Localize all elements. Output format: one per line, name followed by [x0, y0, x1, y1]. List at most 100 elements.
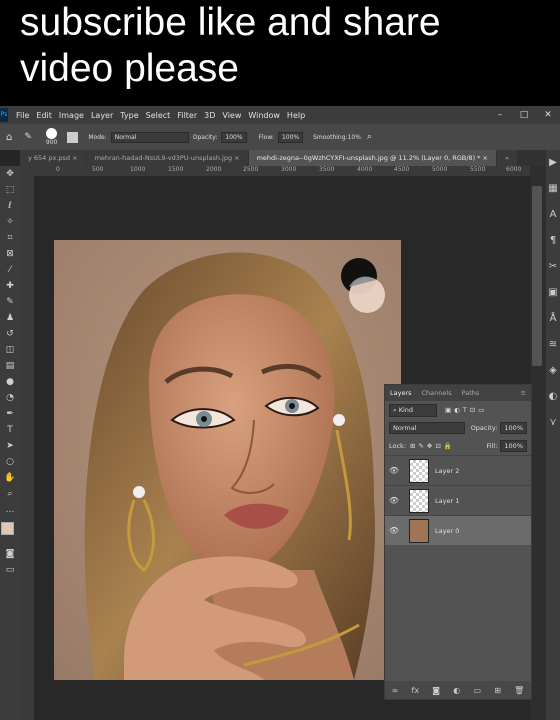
tabs-overflow-button[interactable]: »	[496, 150, 517, 166]
gradient-tool-icon[interactable]: ▤	[0, 358, 20, 374]
tab-paths[interactable]: Paths	[457, 389, 485, 397]
ruler-tick: 0	[56, 166, 60, 173]
blend-mode-select[interactable]: Normal	[389, 422, 465, 434]
portrait-photo[interactable]	[54, 240, 401, 680]
character-icon[interactable]: A	[546, 202, 560, 228]
color-swatches[interactable]	[0, 518, 20, 546]
minimize-button[interactable]: –	[488, 106, 512, 124]
layer-thumbnail	[409, 518, 429, 543]
menu-view[interactable]: View	[222, 111, 241, 120]
move-tool-icon[interactable]: ✥	[0, 166, 20, 182]
ruler-tick: 3500	[319, 166, 335, 173]
paragraph-icon[interactable]: ¶	[546, 228, 560, 254]
type-tool-icon[interactable]: T	[0, 422, 20, 438]
layers-dock-icon[interactable]: ◈	[546, 358, 560, 384]
tab-psd[interactable]: y 654 px.psd ×	[20, 150, 86, 166]
opacity-input[interactable]: 100%	[221, 131, 247, 143]
caption-line-2: video please	[20, 47, 239, 90]
search-icon[interactable]: ⌕	[367, 132, 372, 142]
lock-icons[interactable]: ⊞✎✥⊡🔒	[410, 442, 455, 450]
more-tools-icon[interactable]: …	[0, 502, 20, 518]
menu-filter[interactable]: Filter	[177, 111, 197, 120]
layer-row-0[interactable]: 👁 Layer 0	[385, 515, 531, 545]
menu-select[interactable]: Select	[146, 111, 171, 120]
maximize-button[interactable]: □	[512, 106, 536, 124]
smoothing-label: Smoothing:	[313, 133, 348, 141]
grid-icon[interactable]: ▦	[546, 176, 560, 202]
tab-channels[interactable]: Channels	[417, 389, 457, 397]
visibility-eye-icon[interactable]: 👁	[385, 466, 403, 475]
layer-row-2[interactable]: 👁 Layer 2	[385, 455, 531, 485]
filter-icons[interactable]: ▣◐T⊡▭	[445, 406, 487, 414]
panel-menu-icon[interactable]: ≡	[516, 389, 531, 397]
healing-tool-icon[interactable]: ✚	[0, 278, 20, 294]
brush-settings-icon[interactable]	[67, 131, 79, 143]
menu-help[interactable]: Help	[287, 111, 305, 120]
new-layer-icon[interactable]: ⊞	[494, 686, 501, 695]
adjustment-layer-icon[interactable]: ◐	[453, 686, 460, 695]
menu-image[interactable]: Image	[59, 111, 84, 120]
tab-mehdi-zegna[interactable]: mehdi-zegna--0gWzhCYXFI-unsplash.jpg @ 1…	[248, 150, 496, 166]
dodge-tool-icon[interactable]: ◔	[0, 390, 20, 406]
glyphs-icon[interactable]: Å	[546, 306, 560, 332]
close-button[interactable]: ✕	[536, 106, 560, 124]
layer-name: Layer 0	[435, 526, 460, 535]
fill-input[interactable]: 100%	[500, 440, 527, 452]
add-mask-icon[interactable]: ◙	[432, 686, 440, 695]
ruler-tick: 4000	[357, 166, 373, 173]
path-select-tool-icon[interactable]: ➤	[0, 438, 20, 454]
frame-tool-icon[interactable]: ⊠	[0, 246, 20, 262]
marquee-tool-icon[interactable]: ⬚	[0, 182, 20, 198]
delete-layer-icon[interactable]: 🗑	[514, 686, 524, 695]
mode-label: Mode:	[88, 133, 107, 141]
hand-tool-icon[interactable]: ✋	[0, 470, 20, 486]
crop-tool-icon[interactable]: ⌗	[0, 230, 20, 246]
smoothing-value[interactable]: 10%	[348, 134, 361, 141]
menu-edit[interactable]: Edit	[36, 111, 52, 120]
layers-panel-tabs: Layers Channels Paths ≡	[385, 385, 531, 401]
visibility-eye-icon[interactable]: 👁	[385, 496, 403, 505]
menu-window[interactable]: Window	[248, 111, 280, 120]
adjustments-icon[interactable]: ≋	[546, 332, 560, 358]
brush-tool-icon-side[interactable]: ✎	[0, 294, 20, 310]
shape-tool-icon[interactable]: ○	[0, 454, 20, 470]
foreground-color[interactable]	[1, 522, 14, 535]
menu-file[interactable]: File	[16, 111, 29, 120]
paths-icon[interactable]: ⋎	[546, 410, 560, 436]
zoom-tool-icon[interactable]: ⌕	[0, 486, 20, 502]
home-icon[interactable]: ⌂	[6, 132, 12, 143]
quick-select-tool-icon[interactable]: ✧	[0, 214, 20, 230]
brush-preset-picker[interactable]: 900	[46, 128, 57, 146]
kind-filter-select[interactable]: ⌕ Kind	[389, 403, 437, 417]
brush-tool-icon[interactable]: ✎	[24, 132, 32, 142]
eyedropper-tool-icon[interactable]: ⁄	[0, 262, 20, 278]
tab-layers[interactable]: Layers	[385, 389, 417, 397]
screen-mode-icon[interactable]: ▭	[0, 562, 20, 578]
scrollbar-thumb[interactable]	[532, 186, 542, 366]
mode-select[interactable]: Normal	[110, 131, 189, 143]
link-layers-icon[interactable]: ∞	[392, 686, 399, 695]
menu-3d[interactable]: 3D	[204, 111, 215, 120]
properties-icon[interactable]: ▣	[546, 280, 560, 306]
layers-panel: Layers Channels Paths ≡ ⌕ Kind ▣◐T⊡▭ Nor…	[384, 384, 532, 700]
channels-icon[interactable]: ◐	[546, 384, 560, 410]
layer-opacity-input[interactable]: 100%	[500, 422, 527, 434]
menu-type[interactable]: Type	[120, 111, 138, 120]
blur-tool-icon[interactable]: ●	[0, 374, 20, 390]
quick-mask-icon[interactable]: ◙	[0, 546, 20, 562]
flow-input[interactable]: 100%	[277, 131, 304, 143]
visibility-eye-icon[interactable]: 👁	[385, 526, 403, 535]
tab-mehran-hadad[interactable]: mehran-hadad-NsUL9-vd3PU-unsplash.jpg ×	[86, 150, 248, 166]
new-group-icon[interactable]: ▭	[473, 686, 481, 695]
history-brush-icon[interactable]: ↺	[0, 326, 20, 342]
eraser-tool-icon[interactable]: ◫	[0, 342, 20, 358]
layer-row-1[interactable]: 👁 Layer 1	[385, 485, 531, 515]
pen-tool-icon[interactable]: ✒	[0, 406, 20, 422]
menu-layer[interactable]: Layer	[91, 111, 113, 120]
play-icon[interactable]: ▶	[546, 150, 560, 176]
lasso-tool-icon[interactable]: ℓ	[0, 198, 20, 214]
tools-icon[interactable]: ✂	[546, 254, 560, 280]
stamp-tool-icon[interactable]: ♟	[0, 310, 20, 326]
fx-icon[interactable]: fx	[412, 686, 420, 695]
kind-label: Kind	[398, 405, 414, 414]
